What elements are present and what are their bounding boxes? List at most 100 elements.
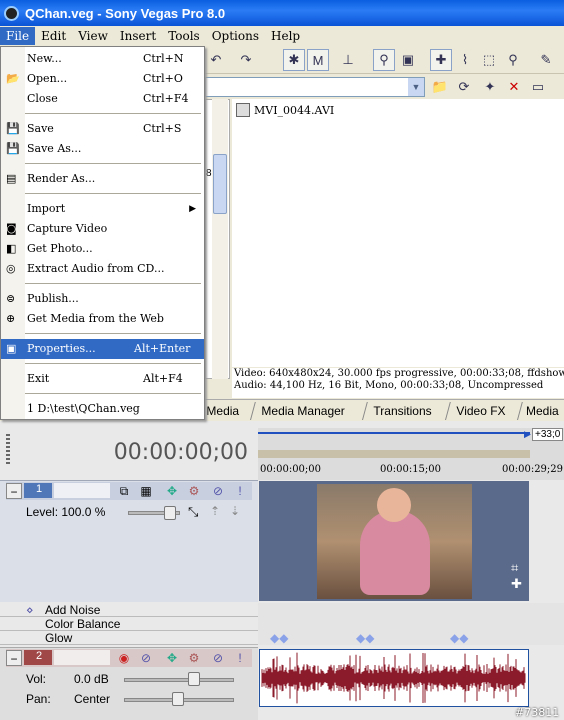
fx-lane[interactable]: [258, 603, 564, 617]
compositing-mode-icon[interactable]: ⧉: [116, 483, 132, 499]
photo-icon: ◧: [6, 242, 17, 255]
track-motion-small-icon[interactable]: ⤡: [188, 504, 198, 520]
snap-icon[interactable]: M: [307, 49, 329, 71]
timeline-ruler[interactable]: ▶ +33;0 00:00:00;00 00:00:15;00 00:00:29…: [258, 428, 564, 480]
marker-bar[interactable]: [258, 450, 530, 458]
undo-icon[interactable]: ↶: [205, 49, 227, 71]
menu-item-publish[interactable]: ⊜ Publish...: [1, 289, 204, 309]
redo-icon[interactable]: ↷: [235, 49, 257, 71]
menu-item-get-media-from-the-web[interactable]: ⊕ Get Media from the Web: [1, 309, 204, 329]
automation-icon[interactable]: ✥: [164, 650, 180, 666]
make-compositing-child-icon[interactable]: ▦: [138, 483, 154, 499]
tab-media-manager[interactable]: Media Manager: [250, 402, 356, 420]
lock-envelopes-icon[interactable]: ⊥: [337, 49, 359, 71]
delete-icon[interactable]: ✕: [503, 76, 525, 98]
volume-slider-thumb[interactable]: [188, 672, 200, 686]
up-folder-icon[interactable]: 📁: [429, 76, 451, 98]
menu-item-render-as[interactable]: ▤ Render As...: [1, 169, 204, 189]
menu-item-extract-audio-from-cd[interactable]: ◎ Extract Audio from CD...: [1, 259, 204, 279]
menu-separator: [25, 193, 201, 194]
menu-tools[interactable]: Tools: [162, 27, 206, 45]
solo-icon[interactable]: !: [232, 650, 248, 666]
menu-item-label: Import: [27, 202, 66, 215]
fx-lane[interactable]: [258, 617, 564, 631]
selection-tool-icon[interactable]: ⬚: [478, 49, 500, 71]
menu-options[interactable]: Options: [206, 27, 265, 45]
menu-item-close[interactable]: Close Ctrl+F4: [1, 89, 204, 109]
grip-icon[interactable]: [6, 434, 10, 464]
track-name-field[interactable]: [54, 483, 110, 498]
minimize-track-icon[interactable]: −: [6, 650, 22, 666]
keyframe-icon[interactable]: ◆◆: [450, 631, 468, 645]
minimize-track-icon[interactable]: −: [6, 483, 22, 499]
keyframe-icon[interactable]: ◆◆: [270, 631, 288, 645]
volume-slider[interactable]: [124, 678, 234, 682]
mute-icon[interactable]: ⊘: [210, 650, 226, 666]
menu-help[interactable]: Help: [265, 27, 306, 45]
menu-item-new[interactable]: New... Ctrl+N: [1, 49, 204, 69]
chevron-down-icon[interactable]: ▼: [408, 78, 424, 96]
path-dropdown[interactable]: ▼: [205, 77, 425, 97]
track-fx-icon[interactable]: ⚙: [186, 650, 202, 666]
menu-item-import[interactable]: Import ▶: [1, 199, 204, 219]
web-icon: ⊕: [6, 312, 16, 325]
tab-media-generators[interactable]: Media G: [517, 402, 564, 436]
envelope-tool-icon[interactable]: ⌇: [454, 49, 476, 71]
enable-snapping-icon[interactable]: ▣: [397, 49, 419, 71]
pan-slider-thumb[interactable]: [172, 692, 184, 706]
level-slider-thumb[interactable]: [164, 506, 176, 520]
file-item[interactable]: MVI_0044.AVI: [236, 103, 334, 117]
ignore-grouping-icon[interactable]: ⚲: [373, 49, 395, 71]
move-up-icon[interactable]: ⇡: [210, 504, 220, 518]
event-pan-crop-icon[interactable]: ⌗: [511, 560, 518, 576]
audio-event[interactable]: [259, 649, 529, 707]
file-list[interactable]: MVI_0044.AVI: [232, 99, 564, 367]
mute-icon[interactable]: ⊘: [210, 483, 226, 499]
menu-item-label: Publish...: [27, 292, 79, 305]
arm-record-icon[interactable]: ◉: [116, 650, 132, 666]
track-fx-icon[interactable]: ⚙: [186, 483, 202, 499]
keyframe-icon[interactable]: ◆◆: [356, 631, 374, 645]
fx-row[interactable]: Color Balance: [0, 617, 564, 631]
menu-item-properties[interactable]: ▣ Properties... Alt+Enter: [1, 339, 204, 359]
track-motion-icon[interactable]: ✥: [164, 483, 180, 499]
fx-row[interactable]: ⋄ Add Noise: [0, 603, 564, 617]
normal-edit-tool-icon[interactable]: ✚: [430, 49, 452, 71]
brush-icon[interactable]: ✎: [535, 49, 557, 71]
menu-item-open[interactable]: 📂 Open... Ctrl+O: [1, 69, 204, 89]
menu-item-label: Extract Audio from CD...: [27, 262, 165, 275]
menu-item-label: Render As...: [27, 172, 96, 185]
video-file-icon: [236, 103, 250, 117]
views-icon[interactable]: ▭: [527, 76, 549, 98]
render-icon: ▤: [6, 172, 17, 185]
menu-file[interactable]: File: [0, 27, 36, 45]
event-fx-icon[interactable]: ✚: [511, 576, 522, 592]
new-folder-icon[interactable]: ✦: [479, 76, 501, 98]
fx-row[interactable]: Glow ◆◆ ◆◆ ◆◆: [0, 631, 564, 645]
tab-video-fx[interactable]: Video FX: [445, 402, 516, 420]
invert-phase-icon[interactable]: ⊘: [138, 650, 154, 666]
loop-region[interactable]: [258, 432, 530, 434]
menu-edit[interactable]: Edit: [35, 27, 72, 45]
scroll-thumb[interactable]: [213, 154, 227, 214]
solo-icon[interactable]: !: [232, 483, 248, 499]
menu-item-save[interactable]: 💾 Save Ctrl+S: [1, 119, 204, 139]
zoom-tool-icon[interactable]: ⚲: [502, 49, 524, 71]
menu-item-label: Capture Video: [27, 222, 108, 235]
audio-waveform: [261, 652, 526, 704]
menu-item-exit[interactable]: Exit Alt+F4: [1, 369, 204, 389]
tab-transitions[interactable]: Transitions: [362, 402, 443, 420]
fx-lane[interactable]: ◆◆ ◆◆ ◆◆: [258, 631, 564, 645]
move-down-icon[interactable]: ⇣: [230, 504, 240, 518]
menu-item-save-as[interactable]: 💾 Save As...: [1, 139, 204, 159]
track-name-field[interactable]: [54, 650, 110, 665]
refresh-icon[interactable]: ⟳: [453, 76, 475, 98]
menu-view[interactable]: View: [72, 27, 114, 45]
menu-item-1-d-test-qchan-veg[interactable]: 1 D:\test\QChan.veg: [1, 399, 204, 419]
menu-item-get-photo[interactable]: ◧ Get Photo...: [1, 239, 204, 259]
menu-item-label: Open...: [27, 72, 68, 85]
folder-tree-scrollbar[interactable]: [212, 99, 228, 379]
menu-insert[interactable]: Insert: [114, 27, 162, 45]
auto-ripple-icon[interactable]: ✱: [283, 49, 305, 71]
menu-item-capture-video[interactable]: ◙ Capture Video: [1, 219, 204, 239]
